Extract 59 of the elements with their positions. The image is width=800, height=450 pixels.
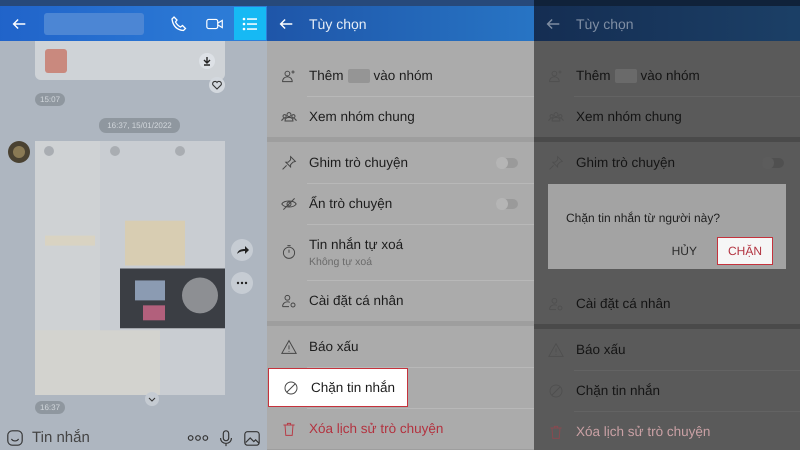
menu-item[interactable]: Báo xấu — [267, 326, 534, 367]
item-label: Thêm — [576, 68, 611, 83]
trash-icon — [548, 424, 564, 440]
menu-item[interactable]: Cài đặt cá nhân — [267, 280, 534, 321]
more-icon[interactable] — [231, 272, 253, 294]
message-input[interactable]: Tin nhắn — [32, 429, 179, 446]
chevron-down-icon[interactable] — [145, 392, 160, 406]
image-icon[interactable] — [243, 428, 261, 446]
item-label: vào nhóm — [640, 68, 700, 83]
phone-icon — [169, 14, 189, 34]
item-label: Xóa lịch sử trò chuyện — [309, 421, 444, 436]
item-label: Thêm — [309, 68, 344, 83]
screen-title: Tùy chọn — [576, 16, 634, 32]
item-label: Ghim trò chuyện — [576, 155, 676, 170]
cancel-button[interactable]: HỦY — [662, 238, 707, 264]
file-thumbnail — [45, 48, 67, 72]
menu-item[interactable]: Ghim trò chuyện — [267, 142, 496, 183]
avatar[interactable] — [8, 141, 30, 163]
menu-item[interactable]: Tin nhắn tự xoá Không tự xoá — [267, 224, 534, 280]
item-label: Báo xấu — [576, 342, 626, 357]
microphone-icon[interactable] — [217, 428, 235, 446]
user-gear-icon — [281, 292, 297, 308]
eye-off-icon — [281, 196, 297, 212]
toggle-switch[interactable] — [496, 158, 518, 168]
item-label: Cài đặt cá nhân — [576, 296, 671, 311]
emoji-icon[interactable] — [6, 428, 24, 446]
item-label: Cài đặt cá nhân — [309, 293, 404, 308]
message-time: 16:37 — [35, 401, 66, 414]
menu-item[interactable]: Ẩn trò chuyện — [267, 183, 496, 224]
menu-item[interactable]: Xem nhóm chung — [267, 96, 534, 137]
menu-item[interactable]: Chặn tin nhắn — [268, 368, 408, 407]
trash-icon — [281, 420, 297, 436]
item-label: Chặn tin nhắn — [311, 380, 396, 395]
dialog-message: Chặn tin nhắn từ người này? — [566, 211, 722, 225]
item-label: Tin nhắn tự xoá — [309, 236, 404, 252]
share-icon[interactable] — [231, 239, 253, 261]
add-person-icon — [281, 68, 297, 84]
download-icon[interactable] — [199, 52, 215, 68]
message-time: 15:07 — [35, 93, 66, 106]
toggle-switch[interactable] — [496, 198, 518, 208]
item-label: Ghim trò chuyện — [309, 155, 408, 170]
item-label: Ẩn trò chuyện — [309, 196, 392, 211]
item-label: vào nhóm — [374, 68, 433, 83]
screen-title: Tùy chọn — [309, 16, 367, 32]
item-label: Xem nhóm chung — [309, 109, 415, 124]
item-value: Không tự xoá — [309, 256, 374, 268]
item-label: Xóa lịch sử trò chuyện — [576, 424, 710, 439]
timer-icon — [281, 244, 297, 260]
item-label: Xem nhóm chung — [576, 109, 682, 124]
item-label: Báo xấu — [309, 339, 359, 354]
pin-icon — [281, 154, 297, 170]
menu-item[interactable]: Xóa lịch sử trò chuyện — [534, 411, 800, 450]
block-icon — [283, 380, 299, 396]
confirm-button[interactable]: CHẶN — [716, 237, 773, 265]
item-label: Chặn tin nhắn — [576, 383, 660, 398]
date-separator: 16:37, 15/01/2022 — [99, 118, 180, 133]
warning-icon — [281, 338, 297, 354]
more-icon[interactable] — [187, 432, 209, 442]
menu-item[interactable]: Thêm vào nhóm — [267, 55, 534, 96]
